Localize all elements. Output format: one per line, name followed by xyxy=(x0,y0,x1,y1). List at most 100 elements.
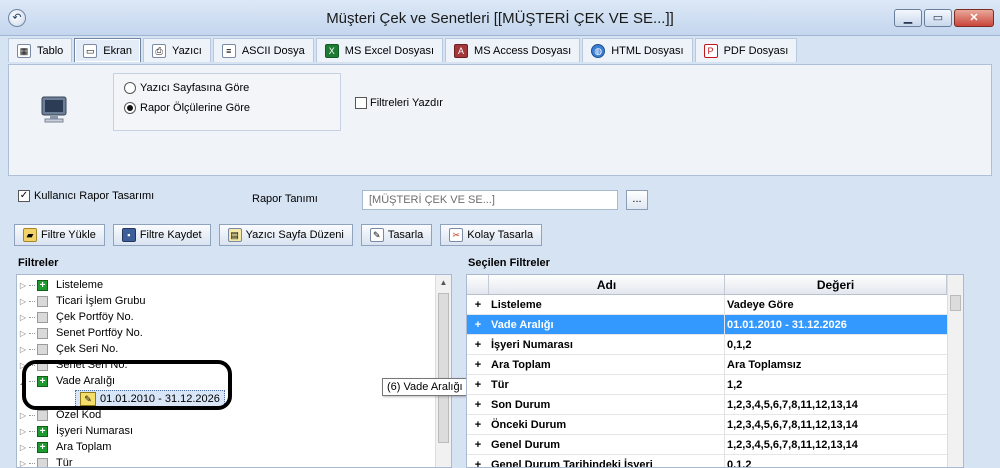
printer-icon: ⎙ xyxy=(152,43,167,58)
scroll-thumb[interactable] xyxy=(950,295,961,311)
output-tabs: ▦ Tablo ▭ Ekran ⎙ Yazıcı ≡ ASCII Dosya X MS E… xyxy=(8,38,798,64)
save-icon: ▪ xyxy=(121,228,136,242)
pdf-icon: P xyxy=(703,43,718,58)
globe-icon: ◍ xyxy=(591,43,606,58)
expand-arrow-icon[interactable]: ▷ xyxy=(17,281,29,290)
tree-item[interactable]: ▷ Tür xyxy=(17,455,73,468)
expand-arrow-icon[interactable]: ▷ xyxy=(17,459,29,468)
maximize-button[interactable]: ▭ xyxy=(924,9,952,27)
expand-plus-icon[interactable]: + xyxy=(467,395,489,414)
tab-ekran[interactable]: ▭ Ekran xyxy=(74,38,142,62)
expand-plus-icon[interactable]: + xyxy=(467,435,489,454)
tree-item[interactable]: ▷ Çek Seri No. xyxy=(17,341,118,357)
tree-item-label: Senet Portföy No. xyxy=(56,327,143,339)
tasarla-button[interactable]: ✎ Tasarla xyxy=(360,224,433,246)
tree-item[interactable]: ▷ + İşyeri Numarası xyxy=(17,423,133,439)
expand-plus-icon[interactable]: + xyxy=(467,415,489,434)
tab-excel[interactable]: X MS Excel Dosyası xyxy=(315,38,444,62)
checkbox[interactable]: ✓ xyxy=(18,190,30,202)
filtre-kaydet-button[interactable]: ▪ Filtre Kaydet xyxy=(112,224,211,246)
filtre-yukle-button[interactable]: ▰ Filtre Yükle xyxy=(14,224,105,246)
expand-plus-icon[interactable]: + xyxy=(467,335,489,354)
active-filter-icon: + xyxy=(37,441,48,453)
grid-scrollbar[interactable] xyxy=(947,275,963,467)
expand-arrow-icon[interactable]: ▷ xyxy=(17,329,29,338)
tree-item[interactable]: ▷ + Listeleme xyxy=(17,277,103,293)
cell-value: 0,1,2 xyxy=(727,339,752,351)
scroll-thumb[interactable] xyxy=(438,293,449,443)
button-label: Filtre Kaydet xyxy=(139,229,202,241)
grid-row[interactable]: + Listeleme Vadeye Göre xyxy=(467,295,947,315)
grid-row[interactable]: + Tür 1,2 xyxy=(467,375,947,395)
filtreler-title: Filtreler xyxy=(18,257,59,269)
radio-yazici-sayfasina-gore[interactable]: Yazıcı Sayfasına Göre xyxy=(124,82,249,94)
tab-tablo[interactable]: ▦ Tablo xyxy=(8,38,73,62)
grid-row[interactable]: + Son Durum 1,2,3,4,5,6,7,8,11,12,13,14 xyxy=(467,395,947,415)
scroll-up-icon[interactable]: ▲ xyxy=(436,275,451,291)
column-header-adi[interactable]: Adı xyxy=(489,275,725,294)
grid-row[interactable]: + Genel Durum Tarihindeki İşyeri 0,1,2 xyxy=(467,455,947,468)
radio-rapor-olculerine-gore[interactable]: Rapor Ölçülerine Göre xyxy=(124,102,250,114)
tab-label: Tablo xyxy=(37,44,64,57)
tab-pdf[interactable]: P PDF Dosyası xyxy=(694,38,798,62)
page-size-group: Yazıcı Sayfasına Göre Rapor Ölçülerine G… xyxy=(113,73,341,131)
cell-value: 1,2,3,4,5,6,7,8,11,12,13,14 xyxy=(727,419,858,431)
tree-item[interactable]: ▷ + Ara Toplam xyxy=(17,439,112,455)
cell-value: 0,1,2 xyxy=(727,459,752,468)
radio-button[interactable] xyxy=(124,102,136,114)
tree-item[interactable]: ▷ Senet Portföy No. xyxy=(17,325,143,341)
expand-plus-icon[interactable]: + xyxy=(467,455,489,467)
browse-button[interactable]: ... xyxy=(626,190,648,210)
radio-button[interactable] xyxy=(124,82,136,94)
expand-arrow-icon[interactable]: ▷ xyxy=(17,345,29,354)
tree-item-label: Tür xyxy=(56,457,73,468)
yazici-sayfa-duzeni-button[interactable]: ▤ Yazıcı Sayfa Düzeni xyxy=(218,224,353,246)
close-button[interactable]: ✕ xyxy=(954,9,994,27)
grid-row[interactable]: + İşyeri Numarası 0,1,2 xyxy=(467,335,947,355)
expand-arrow-icon[interactable]: ▷ xyxy=(17,411,29,420)
cell-name: Listeleme xyxy=(489,295,725,314)
inactive-filter-icon xyxy=(37,457,48,467)
table-icon: ▦ xyxy=(17,43,31,58)
tree-scrollbar[interactable]: ▲ xyxy=(435,275,451,467)
button-label: Filtre Yükle xyxy=(41,229,96,241)
grid-row[interactable]: + Ara Toplam Ara Toplamsız xyxy=(467,355,947,375)
tab-ascii[interactable]: ≡ ASCII Dosya xyxy=(212,38,314,62)
minimize-button[interactable]: ▁ xyxy=(894,9,922,27)
tab-yazici[interactable]: ⎙ Yazıcı xyxy=(143,38,211,62)
rapor-tanimi-input[interactable]: [MÜŞTERİ ÇEK VE SE...] xyxy=(362,190,618,210)
grid-row[interactable]: + Önceki Durum 1,2,3,4,5,6,7,8,11,12,13,14 xyxy=(467,415,947,435)
expand-plus-icon[interactable]: + xyxy=(467,315,489,334)
cell-name: Genel Durum xyxy=(489,435,725,454)
expand-arrow-icon[interactable]: ▷ xyxy=(17,297,29,306)
tree-item-label: Çek Seri No. xyxy=(56,343,119,355)
expand-arrow-icon[interactable]: ▷ xyxy=(17,313,29,322)
column-header-degeri[interactable]: Değeri xyxy=(725,275,947,294)
design-icon: ✎ xyxy=(369,228,384,242)
expand-plus-icon[interactable]: + xyxy=(467,355,489,374)
cell-value: 01.01.2010 - 31.12.2026 xyxy=(727,319,847,331)
cell-value: 1,2,3,4,5,6,7,8,11,12,13,14 xyxy=(727,439,858,451)
tab-access[interactable]: A MS Access Dosyası xyxy=(445,38,581,62)
grid-row-selected[interactable]: + Vade Aralığı 01.01.2010 - 31.12.2026 xyxy=(467,315,947,335)
cell-value: 1,2,3,4,5,6,7,8,11,12,13,14 xyxy=(727,399,858,411)
kullanici-rapor-tasarimi-checkbox[interactable]: ✓ Kullanıcı Rapor Tasarımı xyxy=(18,190,154,202)
expand-plus-icon[interactable]: + xyxy=(467,375,489,394)
filtreleri-yazdir-checkbox[interactable]: Filtreleri Yazdır xyxy=(355,97,443,109)
expand-arrow-icon[interactable]: ▷ xyxy=(17,443,29,452)
kolay-tasarla-button[interactable]: ✂ Kolay Tasarla xyxy=(440,224,543,246)
active-filter-icon: + xyxy=(37,279,48,291)
output-options-panel: Yazıcı Sayfasına Göre Rapor Ölçülerine G… xyxy=(8,64,992,176)
checkbox[interactable] xyxy=(355,97,367,109)
folder-open-icon: ▰ xyxy=(23,228,37,242)
tree-item-label: İşyeri Numarası xyxy=(56,425,134,437)
expand-plus-icon[interactable]: + xyxy=(467,295,489,314)
tree-item[interactable]: ▷ Ticari İşlem Grubu xyxy=(17,293,146,309)
grid-row[interactable]: + Genel Durum 1,2,3,4,5,6,7,8,11,12,13,14 xyxy=(467,435,947,455)
tree-item[interactable]: ▷ Çek Portföy No. xyxy=(17,309,134,325)
cell-value: Ara Toplamsız xyxy=(727,359,802,371)
text-file-icon: ≡ xyxy=(221,43,236,58)
inactive-filter-icon xyxy=(37,311,48,323)
tab-html[interactable]: ◍ HTML Dosyası xyxy=(582,38,693,62)
expand-arrow-icon[interactable]: ▷ xyxy=(17,427,29,436)
